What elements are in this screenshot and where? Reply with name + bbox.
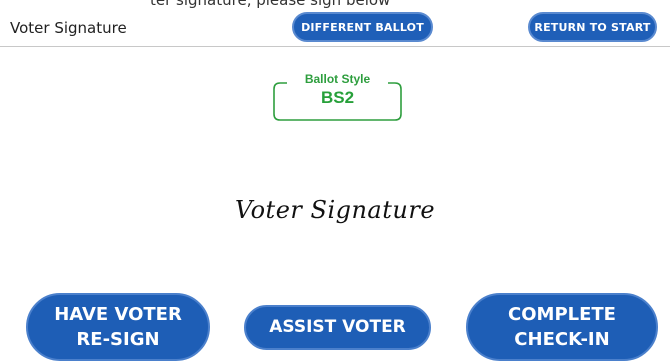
- header-divider: [0, 46, 670, 47]
- complete-checkin-label: COMPLETE CHECK-IN: [508, 302, 616, 352]
- assist-voter-button[interactable]: ASSIST VOTER: [244, 305, 431, 350]
- ballot-style-value: BS2: [320, 88, 355, 107]
- ballot-style-box: Ballot Style BS2: [273, 72, 402, 121]
- instruction-text: ter signature, please sign below: [150, 0, 391, 9]
- have-voter-resign-button[interactable]: HAVE VOTER RE-SIGN: [26, 293, 210, 361]
- complete-checkin-button[interactable]: COMPLETE CHECK-IN: [466, 293, 658, 361]
- voter-signature-image: Voter Signature: [234, 196, 436, 224]
- have-voter-resign-line2: RE-SIGN: [76, 329, 160, 350]
- have-voter-resign-label: HAVE VOTER RE-SIGN: [54, 302, 182, 352]
- different-ballot-button[interactable]: DIFFERENT BALLOT: [292, 12, 433, 42]
- voter-signature-screen: ter signature, please sign below Voter S…: [0, 0, 670, 363]
- have-voter-resign-line1: HAVE VOTER: [54, 304, 182, 325]
- complete-checkin-line2: CHECK-IN: [514, 329, 610, 350]
- complete-checkin-line1: COMPLETE: [508, 304, 616, 325]
- page-title: Voter Signature: [10, 19, 127, 37]
- return-to-start-button[interactable]: RETURN TO START: [528, 12, 657, 42]
- ballot-style-label: Ballot Style: [304, 72, 371, 86]
